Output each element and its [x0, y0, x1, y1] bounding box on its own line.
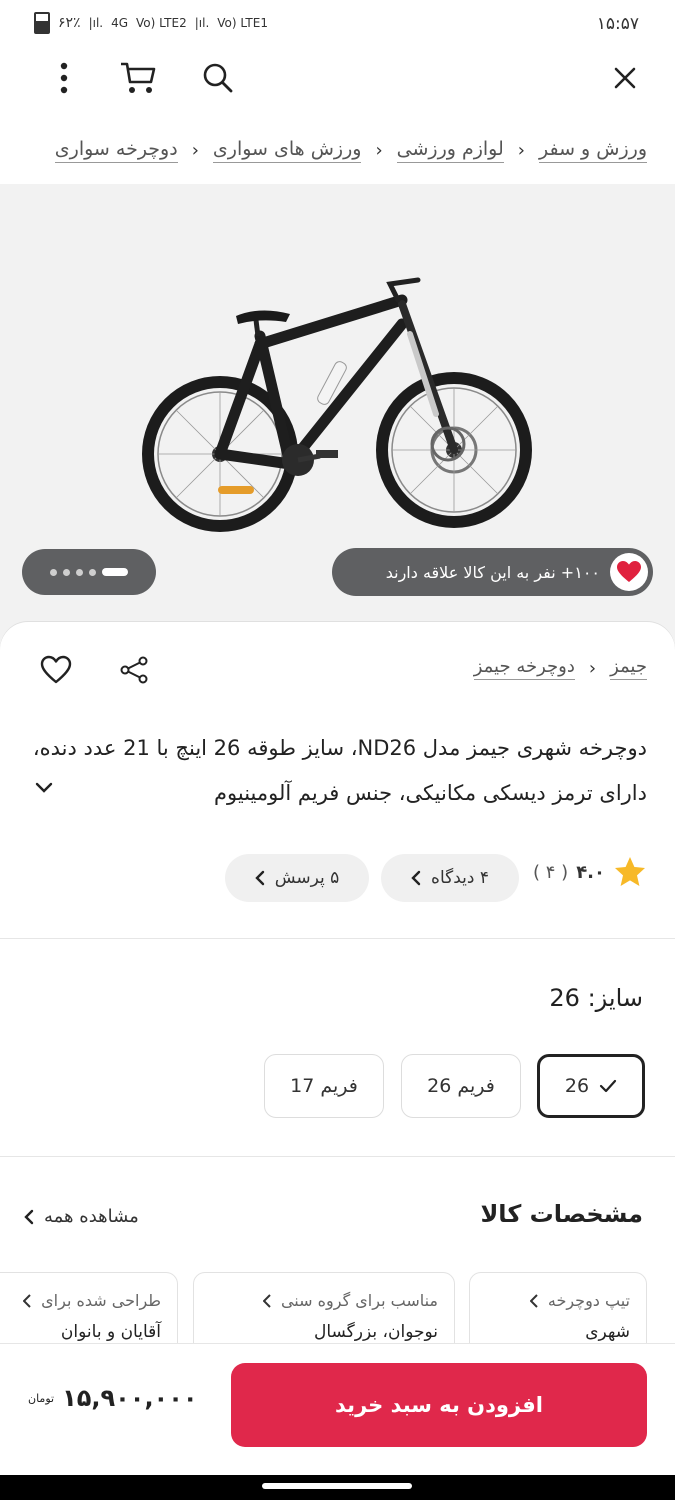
network-label-lte1: Vo) LTE1	[217, 16, 268, 30]
spec-label-text: مناسب برای گروه سنی	[280, 1291, 438, 1310]
chevron-left-icon	[23, 1293, 31, 1308]
price-value: ۱۵,۹۰۰,۰۰۰	[62, 1384, 198, 1412]
size-option-26[interactable]: 26	[537, 1054, 645, 1118]
chevron-left-icon: ‹	[191, 139, 199, 161]
spec-value: شهری	[585, 1322, 630, 1342]
rating-count: ( ۴ )	[533, 861, 569, 883]
check-icon	[599, 1079, 617, 1093]
chevron-left-icon	[411, 870, 421, 886]
brand-breadcrumb: جیمز ‹ دوچرخه جیمز	[473, 656, 647, 680]
divider	[0, 938, 675, 939]
pager-dot	[50, 568, 57, 576]
breadcrumb-item-sports-gear[interactable]: لوازم ورزشی	[396, 138, 504, 163]
size-option-label: فریم 26	[427, 1075, 495, 1097]
battery-level: ۶۲٪	[58, 15, 81, 31]
specs-title: مشخصات کالا	[480, 1200, 643, 1228]
chevron-left-icon	[262, 1293, 271, 1308]
price: ۱۵,۹۰۰,۰۰۰ تومان	[28, 1384, 198, 1412]
divider	[0, 1156, 675, 1157]
star-icon	[615, 857, 645, 886]
network-label-lte2: Vo) LTE2	[136, 16, 187, 30]
status-bar: ۶۲٪ |ıl. 4G Vo) LTE2 |ıl. Vo) LTE1 ۱۵:۵۷	[0, 0, 675, 48]
price-currency: تومان	[28, 1391, 55, 1405]
size-option-frame-17[interactable]: فریم 17	[264, 1054, 384, 1118]
see-all-link[interactable]: مشاهده همه	[24, 1206, 139, 1227]
top-toolbar	[0, 48, 675, 108]
pager-dot	[89, 568, 96, 576]
heart-filled-icon	[610, 553, 648, 591]
see-all-label: مشاهده همه	[44, 1206, 139, 1227]
signal-icon-2: |ıl.	[194, 16, 210, 30]
more-vert-icon[interactable]	[42, 56, 86, 100]
home-gesture-handle[interactable]	[262, 1483, 412, 1489]
spec-value: آقایان و بانوان	[60, 1322, 161, 1342]
chevron-left-icon	[529, 1293, 538, 1308]
category-link[interactable]: دوچرخه جیمز	[473, 656, 575, 680]
rim-sticker	[218, 486, 254, 494]
reviews-chip[interactable]: ۴ دیدگاه	[381, 854, 519, 902]
size-title: سایز: 26	[549, 984, 643, 1012]
bicycle-image	[142, 277, 532, 532]
rating-summary[interactable]: ۴.۰ ( ۴ )	[533, 856, 647, 888]
chevron-left-icon	[24, 1209, 34, 1224]
chevron-left-icon	[255, 870, 264, 886]
size-option-frame-26[interactable]: فریم 26	[401, 1054, 521, 1118]
spec-label: طراحی شده برای	[0, 1291, 161, 1310]
chevron-down-icon[interactable]	[22, 766, 66, 810]
search-icon[interactable]	[196, 56, 240, 100]
breadcrumb-item-travel[interactable]: ورزش و سفر	[539, 138, 647, 163]
breadcrumb-item-cycling[interactable]: دوچرخه سواری	[54, 138, 178, 163]
close-icon[interactable]	[603, 56, 647, 100]
cart-icon[interactable]	[116, 56, 160, 100]
product-title: دوچرخه شهری جیمز مدل ND26، سایز طوقه 26 …	[32, 736, 647, 805]
reviews-label: ۴ دیدگاه	[431, 868, 489, 888]
questions-label: ۵ پرسش	[274, 868, 340, 888]
status-icons: ۶۲٪ |ıl. 4G Vo) LTE2 |ıl. Vo) LTE1	[34, 12, 268, 34]
pager-dot	[63, 568, 70, 576]
chevron-left-icon: ‹	[517, 139, 525, 161]
network-label-4g: 4G	[111, 16, 129, 30]
pager-dot-active	[102, 568, 128, 576]
image-pager[interactable]	[22, 549, 156, 595]
likes-badge: ۱۰۰+ نفر به این کالا علاقه دارند	[332, 548, 653, 596]
spec-label-text: تیپ دوچرخه	[547, 1291, 630, 1310]
spec-value: نوجوان، بزرگسال	[313, 1322, 438, 1342]
size-option-label: 26	[564, 1075, 590, 1097]
battery-icon	[34, 12, 50, 34]
spec-label-text: طراحی شده برای	[41, 1291, 161, 1310]
chevron-left-icon: ‹	[588, 657, 597, 679]
chevron-left-icon: ‹	[375, 139, 383, 161]
likes-text: ۱۰۰+ نفر به این کالا علاقه دارند	[385, 562, 600, 582]
spec-label: تیپ دوچرخه	[486, 1291, 630, 1310]
pager-dot	[76, 568, 83, 576]
clock: ۱۵:۵۷	[596, 14, 639, 34]
share-icon[interactable]	[112, 648, 156, 692]
brand-link[interactable]: جیمز	[610, 656, 647, 680]
questions-chip[interactable]: ۵ پرسش	[225, 854, 369, 902]
signal-icon: |ıl.	[88, 16, 104, 30]
add-to-cart-button[interactable]: افزودن به سبد خرید	[231, 1363, 647, 1447]
spec-label: مناسب برای گروه سنی	[210, 1291, 438, 1310]
size-option-label: فریم 17	[290, 1075, 358, 1097]
breadcrumb: ورزش و سفر ‹ لوازم ورزشی ‹ ورزش های سوار…	[8, 128, 647, 172]
heart-outline-icon[interactable]	[34, 648, 78, 692]
breadcrumb-item-riding-sports[interactable]: ورزش های سواری	[212, 138, 362, 163]
rating-value: ۴.۰	[576, 861, 605, 883]
